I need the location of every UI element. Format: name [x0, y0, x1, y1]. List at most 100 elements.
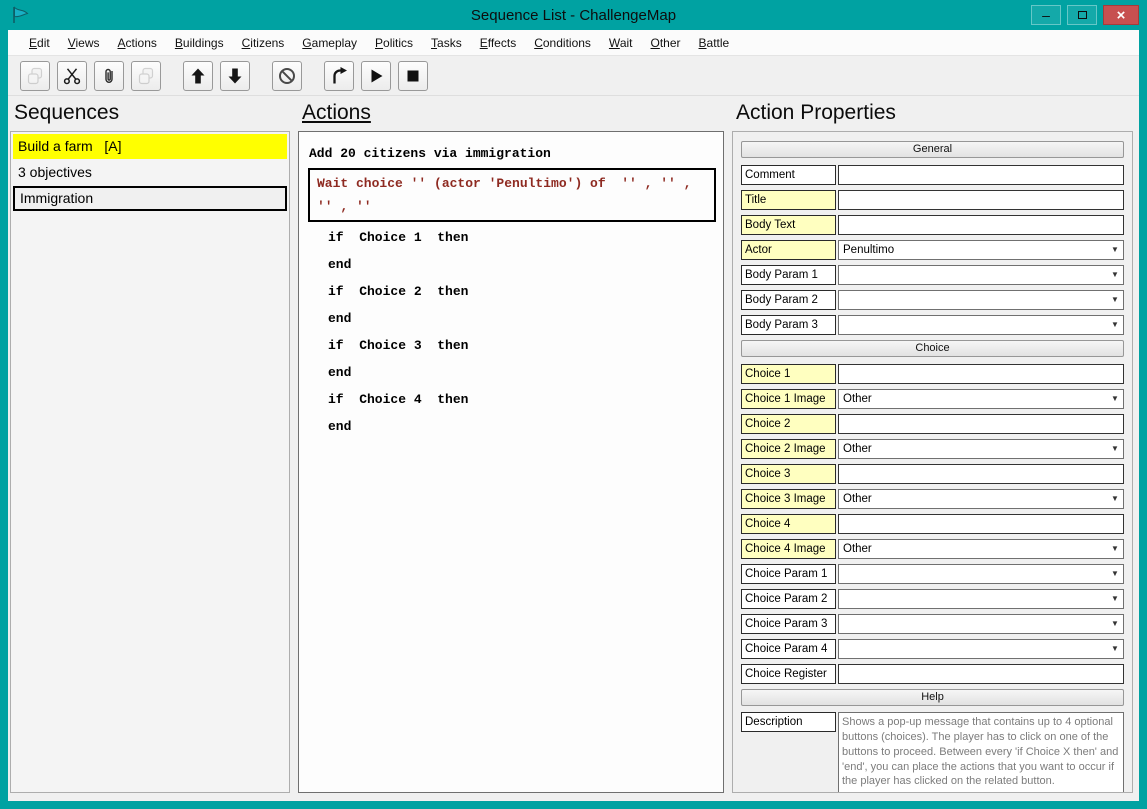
choice-param-4-select[interactable]: ▼	[838, 638, 1124, 659]
choice-3-input[interactable]	[838, 463, 1124, 484]
paste-button[interactable]	[94, 60, 124, 91]
actor-label: Actor	[741, 239, 836, 260]
menu-item-effects[interactable]: Effects	[471, 31, 525, 55]
move-down-button[interactable]	[220, 60, 250, 91]
menu-item-politics[interactable]: Politics	[366, 31, 422, 55]
action-item[interactable]: Wait choice '' (actor 'Penultimo') of ''…	[308, 168, 716, 222]
jump-button[interactable]	[324, 60, 354, 91]
action-item[interactable]: if Choice 3 then	[304, 332, 718, 359]
form-field	[838, 363, 1124, 384]
menu-item-actions[interactable]: Actions	[109, 31, 166, 55]
menu-item-conditions[interactable]: Conditions	[525, 31, 600, 55]
body-param-3-select[interactable]: ▼	[838, 314, 1124, 335]
form-row-choice-1: Choice 1	[741, 361, 1124, 386]
menu-item-other[interactable]: Other	[642, 31, 690, 55]
action-properties-column: Action Properties General Comment Title Bod…	[732, 98, 1133, 793]
sequences-list: Build a farm [A] 3 objectives Immigration	[10, 131, 290, 793]
body-param-2-select[interactable]: ▼	[838, 289, 1124, 310]
form-row-choice-3-image: Choice 3 Image Other ▼	[741, 486, 1124, 511]
form-field: ▼	[838, 638, 1124, 659]
form-field	[838, 189, 1124, 210]
close-button[interactable]: ×	[1103, 5, 1139, 25]
choice-group-header[interactable]: Choice	[741, 340, 1124, 357]
menu-item-gameplay[interactable]: Gameplay	[293, 31, 366, 55]
content-area: Sequences Build a farm [A] 3 objectives Im…	[8, 96, 1139, 801]
app-icon	[10, 4, 32, 26]
form-row-choice-param-1: Choice Param 1 ▼	[741, 561, 1124, 586]
action-item[interactable]: if Choice 4 then	[304, 386, 718, 413]
minimize-button[interactable]: –	[1031, 5, 1061, 25]
form-row-comment: Comment	[741, 162, 1124, 187]
sequence-item[interactable]: Build a farm [A]	[13, 134, 287, 159]
toolbar	[8, 56, 1139, 96]
sequence-item[interactable]: 3 objectives	[13, 160, 287, 185]
form-field: ▼	[838, 314, 1124, 335]
move-up-button[interactable]	[183, 60, 213, 91]
form-field: ▼	[838, 613, 1124, 634]
form-row-choice-2: Choice 2	[741, 411, 1124, 436]
description-text[interactable]	[838, 712, 1124, 792]
menu-item-edit[interactable]: Edit	[20, 31, 59, 55]
action-item[interactable]: end	[304, 413, 718, 440]
general-group-header[interactable]: General	[741, 141, 1124, 158]
action-item[interactable]: if Choice 2 then	[304, 278, 718, 305]
choice-register-input[interactable]	[838, 663, 1124, 684]
disable-button[interactable]	[272, 60, 302, 91]
action-item[interactable]: end	[304, 305, 718, 332]
comment-input[interactable]	[838, 164, 1124, 185]
menu-item-citizens[interactable]: Citizens	[233, 31, 294, 55]
actor-select[interactable]: Penultimo ▼	[838, 239, 1124, 260]
actions-list: Add 20 citizens via immigration Wait choi…	[298, 131, 724, 793]
sequence-item[interactable]: Immigration	[13, 186, 287, 211]
chevron-down-icon: ▼	[1111, 494, 1119, 503]
choice-4-image-label: Choice 4 Image	[741, 538, 836, 559]
choice-1-input[interactable]	[838, 363, 1124, 384]
form-row-choice-param-3: Choice Param 3 ▼	[741, 611, 1124, 636]
maximize-button[interactable]	[1067, 5, 1097, 25]
form-field: ▼	[838, 264, 1124, 285]
maximize-icon	[1077, 11, 1087, 19]
stop-button[interactable]	[398, 60, 428, 91]
menu-item-buildings[interactable]: Buildings	[166, 31, 233, 55]
cut-button[interactable]	[57, 60, 87, 91]
action-item[interactable]: end	[304, 359, 718, 386]
duplicate-button[interactable]	[20, 60, 50, 91]
title-input[interactable]	[838, 189, 1124, 210]
choice-param-2-select[interactable]: ▼	[838, 588, 1124, 609]
minimize-icon: –	[1042, 7, 1050, 23]
form-row-body-param-1: Body Param 1 ▼	[741, 262, 1124, 287]
title-label: Title	[741, 189, 836, 210]
play-button[interactable]	[361, 60, 391, 91]
chevron-down-icon: ▼	[1111, 295, 1119, 304]
action-item[interactable]: if Choice 1 then	[304, 224, 718, 251]
body-text-input[interactable]	[838, 214, 1124, 235]
choice-2-image-select[interactable]: Other ▼	[838, 438, 1124, 459]
body-param-3-label: Body Param 3	[741, 314, 836, 335]
choice-param-1-select[interactable]: ▼	[838, 563, 1124, 584]
help-group-header[interactable]: Help	[741, 689, 1124, 706]
chevron-down-icon: ▼	[1111, 544, 1119, 553]
choice-3-image-label: Choice 3 Image	[741, 488, 836, 509]
action-item[interactable]: Add 20 citizens via immigration	[304, 140, 718, 167]
form-row-choice-4: Choice 4	[741, 511, 1124, 536]
choice-4-image-select[interactable]: Other ▼	[838, 538, 1124, 559]
action-item[interactable]: end	[304, 251, 718, 278]
choice-3-image-select[interactable]: Other ▼	[838, 488, 1124, 509]
chevron-down-icon: ▼	[1111, 569, 1119, 578]
menu-item-wait[interactable]: Wait	[600, 31, 642, 55]
window-controls: – ×	[1031, 5, 1147, 25]
choice-2-input[interactable]	[838, 413, 1124, 434]
chevron-down-icon: ▼	[1111, 320, 1119, 329]
choice-2-image-label: Choice 2 Image	[741, 438, 836, 459]
choice-4-input[interactable]	[838, 513, 1124, 534]
form-row-body-param-3: Body Param 3 ▼	[741, 312, 1124, 337]
actions-heading: Actions	[302, 101, 371, 124]
menu-item-tasks[interactable]: Tasks	[422, 31, 471, 55]
body-param-1-select[interactable]: ▼	[838, 264, 1124, 285]
menu-item-battle[interactable]: Battle	[690, 31, 739, 55]
copy-button[interactable]	[131, 60, 161, 91]
menu-item-views[interactable]: Views	[59, 31, 109, 55]
choice-param-3-select[interactable]: ▼	[838, 613, 1124, 634]
choice-1-image-select[interactable]: Other ▼	[838, 388, 1124, 409]
copy-icon	[136, 66, 156, 86]
